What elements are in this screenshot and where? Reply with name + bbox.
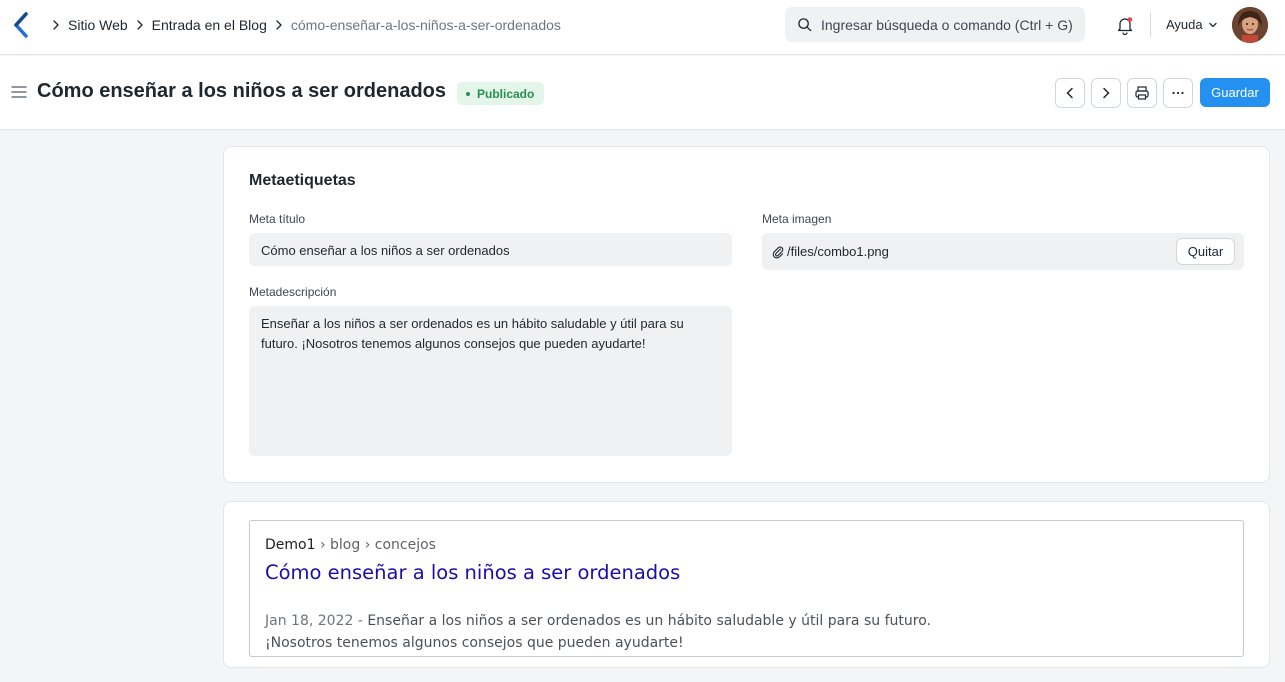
sidebar-toggle-icon[interactable]	[11, 85, 27, 99]
chevron-right-icon	[132, 17, 148, 33]
next-document-button[interactable]	[1091, 78, 1121, 108]
search-input[interactable]	[821, 16, 1076, 33]
meta-title-input[interactable]: Cómo enseñar a los niños a ser ordenados	[249, 233, 732, 266]
ellipsis-icon	[1172, 91, 1184, 95]
top-navbar: Sitio Web Entrada en el Blog cómo-enseña…	[0, 0, 1285, 55]
search-result-preview: Demo1 › blog › concejos Cómo enseñar a l…	[249, 520, 1244, 657]
preview-url: Demo1 › blog › concejos	[265, 537, 436, 553]
search-preview-card: Demo1 › blog › concejos Cómo enseñar a l…	[223, 501, 1270, 668]
meta-image-label: Meta imagen	[762, 212, 832, 226]
section-title: Metaetiquetas	[249, 172, 356, 189]
app-logo-icon[interactable]	[12, 12, 32, 38]
page-header: Cómo enseñar a los niños a ser ordenados…	[0, 56, 1285, 130]
preview-path: › blog › concejos	[315, 537, 436, 553]
preview-site: Demo1	[265, 537, 316, 553]
notification-bell-icon[interactable]	[1115, 15, 1135, 35]
meta-tags-card: Metaetiquetas Meta título Cómo enseñar a…	[223, 146, 1270, 483]
preview-desc-line1: Enseñar a los niños a ser ordenados es u…	[367, 613, 931, 629]
breadcrumb: Sitio Web Entrada en el Blog cómo-enseña…	[44, 16, 561, 34]
breadcrumb-item-website[interactable]: Sitio Web	[68, 17, 128, 33]
status-label: Publicado	[477, 86, 535, 101]
meta-image-link[interactable]: /files/combo1.png	[787, 244, 1176, 259]
chevron-down-icon	[1208, 22, 1217, 27]
chevron-right-icon	[1103, 87, 1110, 99]
help-dropdown[interactable]: Ayuda	[1166, 17, 1219, 32]
save-button[interactable]: Guardar	[1200, 78, 1270, 107]
chevron-right-icon	[48, 17, 64, 33]
preview-description: Jan 18, 2022 - Enseñar a los niños a ser…	[265, 610, 1165, 654]
status-badge: Publicado	[457, 82, 545, 105]
chevron-right-icon	[271, 17, 287, 33]
remove-image-button[interactable]: Quitar	[1176, 238, 1235, 265]
help-label: Ayuda	[1166, 17, 1203, 32]
search-icon	[798, 18, 812, 32]
status-dot	[466, 91, 470, 96]
breadcrumb-item-blog-post[interactable]: Entrada en el Blog	[152, 17, 267, 33]
print-button[interactable]	[1127, 78, 1157, 108]
meta-image-field: /files/combo1.png Quitar	[762, 233, 1244, 270]
more-actions-button[interactable]	[1163, 78, 1193, 108]
paperclip-icon	[772, 246, 784, 258]
page-title: Cómo enseñar a los niños a ser ordenados	[37, 80, 447, 102]
preview-desc-line2: ¡Nosotros tenemos algunos consejos que p…	[265, 635, 684, 651]
breadcrumb-item-current[interactable]: cómo-enseñar-a-los-niños-a-ser-ordenados	[291, 17, 561, 33]
chevron-left-icon	[1066, 87, 1073, 99]
meta-description-textarea[interactable]: Enseñar a los niños a ser ordenados es u…	[249, 306, 732, 456]
preview-title: Cómo enseñar a los niños a ser ordenados	[265, 561, 681, 584]
search-bar[interactable]	[785, 7, 1085, 42]
meta-title-label: Meta título	[249, 212, 306, 226]
user-avatar[interactable]	[1232, 7, 1268, 43]
navbar-divider	[1150, 12, 1151, 37]
printer-icon	[1135, 86, 1149, 100]
previous-document-button[interactable]	[1055, 78, 1085, 108]
preview-date: Jan 18, 2022 -	[265, 613, 368, 629]
meta-description-label: Metadescripción	[249, 285, 337, 299]
